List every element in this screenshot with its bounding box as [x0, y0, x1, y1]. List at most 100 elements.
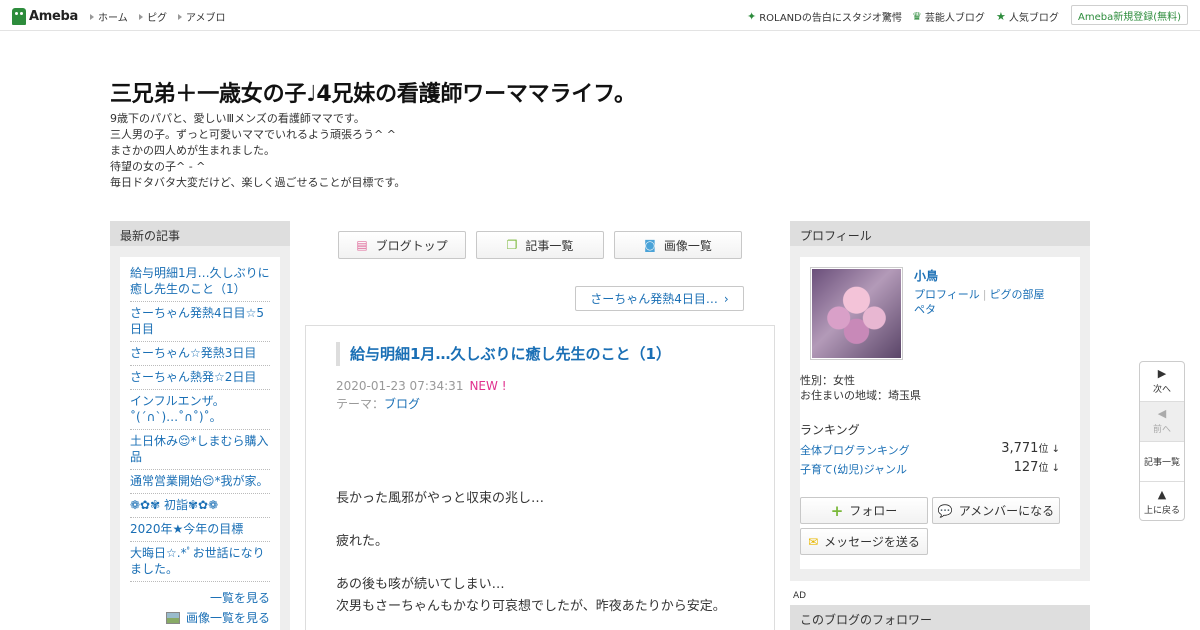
blog-top-label: ブログトップ: [375, 238, 448, 253]
float-prev-label: 前へ: [1152, 425, 1171, 435]
amember-button[interactable]: 💬 アメンバーになる: [932, 497, 1060, 524]
follow-button[interactable]: + フォロー: [800, 497, 928, 524]
pigg-room-link[interactable]: ピグの部屋: [990, 288, 1045, 301]
float-prev-button[interactable]: ◀ 前へ: [1140, 402, 1184, 442]
signup-button[interactable]: Ameba新規登録(無料): [1070, 5, 1188, 25]
float-next-button[interactable]: ▶ 次へ: [1140, 362, 1184, 402]
nav-home-label: ホーム: [98, 13, 128, 24]
float-list-label: 記事一覧: [1143, 458, 1180, 468]
overall-rank-unit: 位 ↓: [1038, 444, 1060, 455]
amember-label: アメンバーになる: [958, 504, 1055, 518]
nav-ameblo-label: アメブロ: [186, 13, 226, 24]
article-paragraph: 長かった風邪がやっと収束の兆し…: [336, 491, 545, 506]
follow-label: フォロー: [849, 504, 898, 518]
triangle-right-icon: [90, 13, 94, 20]
profile-heading: プロフィール: [790, 221, 1090, 246]
article-paragraph: 疲れた。: [336, 534, 389, 549]
genre-ranking-link[interactable]: 子育て(幼児)ジャンル: [800, 463, 907, 476]
blog-top-button[interactable]: ▤ ブログトップ: [338, 231, 466, 259]
recent-articles-panel: 最新の記事 給与明細1月…久しぶりに癒し先生のこと（1） さーちゃん発熱4日目☆…: [110, 221, 290, 630]
avatar[interactable]: [810, 267, 903, 360]
blog-description: 9歳下のパパと、愛しいⅢメンズの看護師ママです。 三人男の子。ずっと可愛いママで…: [110, 111, 405, 191]
location-info: お住まいの地域：埼玉県: [800, 389, 921, 402]
article-theme-row: テーマ：ブログ: [336, 395, 420, 412]
nav-home[interactable]: ホーム: [90, 9, 128, 24]
camera-icon: ◙: [644, 238, 656, 252]
article-list-label: 記事一覧: [525, 238, 574, 253]
image-list-button[interactable]: ◙ 画像一覧: [614, 231, 742, 259]
article-list-button[interactable]: ❐ 記事一覧: [476, 231, 604, 259]
blog-title[interactable]: 三兄弟＋一歳女の子♩4兄妹の看護師ワーママライフ。: [110, 76, 636, 108]
message-label: メッセージを送る: [824, 535, 920, 549]
description-line: 9歳下のパパと、愛しいⅢメンズの看護師ママです。: [110, 112, 365, 125]
recent-more-row: 一覧を見る: [130, 589, 270, 606]
recent-article-link[interactable]: インフルエンザ。˚(ˊ∩ˋ)…˚∩˚)˚。: [130, 390, 270, 430]
article-date: 2020-01-23 07:34:31: [336, 379, 464, 393]
recent-articles-list: 給与明細1月…久しぶりに癒し先生のこと（1） さーちゃん発熱4日目☆5日目 さー…: [120, 257, 280, 630]
next-article-button[interactable]: さーちゃん発熱4日目… ›: [575, 286, 744, 311]
top-link-popular[interactable]: ★ 人気ブログ: [996, 9, 1059, 24]
profile-link[interactable]: プロフィール: [914, 288, 980, 301]
genre-rank-unit: 位 ↓: [1038, 463, 1060, 474]
plus-icon: +: [830, 501, 844, 520]
nav-pigg-label: ピグ: [147, 13, 167, 24]
article-paragraph: あの後も咳が続いてしまい…: [336, 577, 505, 592]
recent-article-link[interactable]: 通常営業開始😌*我が家。: [130, 470, 270, 494]
star-icon: ★: [996, 10, 1006, 23]
view-all-link[interactable]: 一覧を見る: [210, 591, 270, 605]
float-article-list-button[interactable]: 記事一覧: [1140, 442, 1184, 482]
followers-heading: このブログのフォロワー: [790, 605, 1090, 630]
top-bar: Ameba ホーム ピグ アメブロ ✦ ROLANDの告白にスタジオ驚愕 ♛ 芸能人…: [0, 0, 1200, 31]
next-article-label: さーちゃん発熱4日目…: [590, 292, 718, 306]
gender-info: 性別：女性: [800, 374, 855, 387]
peta-link[interactable]: ペタ: [914, 303, 936, 316]
recent-article-link[interactable]: さーちゃん☆発熱3日目: [130, 342, 270, 366]
chevron-right-icon: ›: [723, 291, 729, 306]
top-link-celebrity[interactable]: ♛ 芸能人ブログ: [912, 9, 985, 24]
float-top-label: 上に戻る: [1143, 505, 1180, 516]
ameba-logo-icon: [12, 7, 26, 25]
description-line: 待望の女の子^ - ^: [110, 160, 206, 173]
recent-article-link[interactable]: 大晦日☆.*ﾟお世話になりました。: [130, 542, 270, 582]
overall-ranking-link[interactable]: 全体ブログランキング: [800, 444, 910, 457]
theme-label: テーマ：: [336, 397, 385, 411]
copy-icon: ❐: [506, 238, 518, 252]
recent-article-link[interactable]: 2020年★今年の目標: [130, 518, 270, 542]
theme-link[interactable]: ブログ: [384, 397, 420, 411]
ranking-heading: ランキング: [800, 423, 860, 437]
recent-article-link[interactable]: さーちゃん熱発☆2日目: [130, 366, 270, 390]
top-link-roland[interactable]: ✦ ROLANDの告白にスタジオ驚愕: [747, 9, 902, 24]
article-meta: 2020-01-23 07:34:31 NEW !: [336, 379, 507, 393]
overall-ranking-value: 3,771位 ↓: [1001, 440, 1060, 456]
speech-bubble-icon: 💬: [937, 503, 953, 518]
message-button[interactable]: ✉ メッセージを送る: [800, 528, 928, 555]
article-body: 長かった風邪がやっと収束の兆し… 疲れた。 あの後も咳が続いてしまい… 次男もさ…: [336, 488, 746, 617]
recent-article-link[interactable]: ❁✿✾ 初詣✾✿❁: [130, 494, 270, 518]
recent-article-link[interactable]: 土日休み😌*しまむら購入品: [130, 430, 270, 470]
description-line: 毎日ドタバタ大変だけど、楽しく過ごせることが目標です。: [110, 176, 406, 189]
recent-article-link[interactable]: 給与明細1月…久しぶりに癒し先生のこと（1）: [130, 262, 270, 302]
ad-label: AD: [793, 591, 807, 601]
description-line: まさかの四人めが生まれました。: [110, 144, 275, 157]
nav-pigg[interactable]: ピグ: [139, 9, 167, 24]
view-images-link[interactable]: 画像一覧を見る: [186, 609, 270, 626]
triangle-right-icon: [139, 13, 143, 20]
envelope-icon: ✉: [808, 534, 819, 549]
recent-articles-heading: 最新の記事: [110, 221, 290, 246]
recent-article-link[interactable]: さーちゃん発熱4日目☆5日目: [130, 302, 270, 342]
article-paragraph: [336, 510, 746, 532]
triangle-right-icon: ▶: [1157, 367, 1167, 380]
user-name[interactable]: 小鳥: [914, 267, 938, 284]
top-link-roland-label: ROLANDの告白にスタジオ驚愕: [759, 13, 902, 24]
top-link-celebrity-label: 芸能人ブログ: [924, 13, 985, 24]
profile-box: 小鳥 プロフィール | ピグの部屋 ペタ 性別：女性 お住まいの地域：埼玉県 ランキ…: [800, 257, 1080, 569]
link-separator: |: [982, 288, 987, 301]
triangle-up-icon: ▲: [1157, 487, 1167, 501]
crown-icon: ♛: [912, 10, 922, 23]
float-top-button[interactable]: ▲ 上に戻る: [1140, 482, 1184, 520]
article-title[interactable]: 給与明細1月…久しぶりに癒し先生のこと（1）: [336, 342, 671, 366]
nav-ameblo[interactable]: アメブロ: [178, 9, 226, 24]
ameba-logo[interactable]: Ameba: [12, 7, 78, 25]
sparkle-icon: ✦: [747, 10, 757, 23]
profile-panel: プロフィール 小鳥 プロフィール | ピグの部屋 ペタ 性別：女性 お住まいの地域：…: [790, 221, 1090, 581]
